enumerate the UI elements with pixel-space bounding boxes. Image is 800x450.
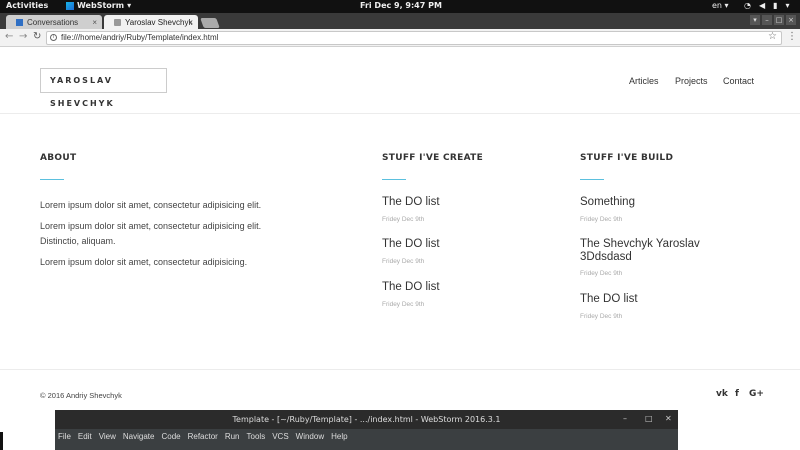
activities-button[interactable]: Activities: [6, 1, 48, 10]
chevron-down-icon: ▾: [127, 1, 132, 10]
menu-code[interactable]: Code: [161, 432, 180, 441]
new-tab-button[interactable]: [200, 18, 220, 28]
volume-icon: ◀: [758, 1, 766, 10]
vk-icon[interactable]: vk: [716, 389, 728, 399]
menu-help[interactable]: Help: [331, 432, 347, 441]
menu-refactor[interactable]: Refactor: [188, 432, 218, 441]
about-heading: ABOUT: [40, 153, 77, 163]
keyboard-layout-label: en: [712, 1, 722, 10]
webstorm-title-bar[interactable]: Template - [~/Ruby/Template] - .../index…: [55, 410, 678, 429]
built-item-date: Fridey Dec 9th: [580, 270, 623, 277]
google-plus-icon[interactable]: G+: [749, 389, 764, 399]
user-icon[interactable]: ▾: [750, 15, 760, 25]
reload-icon[interactable]: ↻: [33, 31, 41, 42]
clock[interactable]: Fri Dec 9, 9:47 PM: [360, 1, 442, 10]
menu-tools[interactable]: Tools: [247, 432, 266, 441]
copyright-text: © 2016 Andriy Shevchyk: [40, 391, 122, 400]
menu-run[interactable]: Run: [225, 432, 240, 441]
menu-edit[interactable]: Edit: [78, 432, 92, 441]
menu-window[interactable]: Window: [296, 432, 324, 441]
forward-arrow-icon[interactable]: →: [19, 31, 27, 42]
battery-icon: ▮: [773, 1, 778, 10]
minimize-icon[interactable]: –: [623, 414, 627, 423]
tab-yaroslav-shevchyk[interactable]: Yaroslav Shevchyk ×: [104, 15, 198, 29]
window-controls: ▾ – □ ×: [750, 15, 796, 25]
page-favicon-icon: [114, 18, 121, 26]
nav-articles[interactable]: Articles: [629, 76, 659, 86]
site-logo[interactable]: YAROSLAV SHEVCHYK: [40, 68, 167, 108]
footer-divider: [0, 369, 800, 370]
app-menu[interactable]: WebStorm ▾: [66, 1, 131, 10]
tab-conversations[interactable]: Conversations ×: [6, 15, 102, 29]
created-item-title[interactable]: The DO list: [382, 196, 440, 209]
about-paragraph: Lorem ipsum dolor sit amet, consectetur …: [40, 257, 248, 267]
info-icon[interactable]: i: [50, 34, 57, 41]
menu-view[interactable]: View: [99, 432, 116, 441]
maximize-icon[interactable]: □: [774, 15, 784, 25]
close-window-icon[interactable]: ×: [786, 15, 796, 25]
system-tray[interactable]: ◔ ◀ ▮ ▾: [744, 1, 790, 10]
built-item-date: Fridey Dec 9th: [580, 313, 623, 320]
built-heading: STUFF I'VE BUILD: [580, 153, 674, 163]
close-window-icon[interactable]: ✕: [665, 414, 672, 423]
built-item-title[interactable]: The Shevchyk Yaroslav 3Ddsdasd: [580, 238, 720, 264]
created-item-title[interactable]: The DO list: [382, 238, 440, 251]
built-underline: [580, 179, 604, 180]
webstorm-title: Template - [~/Ruby/Template] - .../index…: [232, 415, 501, 424]
close-tab-icon[interactable]: ×: [92, 18, 97, 27]
tab-label: Yaroslav Shevchyk: [125, 17, 193, 27]
gnome-top-bar: Activities WebStorm ▾ Fri Dec 9, 9:47 PM…: [0, 0, 800, 13]
site-header: YAROSLAV SHEVCHYK Articles Projects Cont…: [0, 48, 800, 114]
about-paragraph: Lorem ipsum dolor sit amet, consectetur …: [40, 200, 262, 210]
keyboard-layout-indicator[interactable]: en ▾: [712, 1, 729, 10]
created-heading: STUFF I'VE CREATE: [382, 153, 484, 163]
chevron-down-icon: ▾: [785, 1, 790, 10]
menu-vcs[interactable]: VCS: [272, 432, 288, 441]
created-underline: [382, 179, 406, 180]
tab-label: Conversations: [27, 17, 79, 27]
about-underline: [40, 179, 64, 180]
close-tab-icon[interactable]: ×: [188, 18, 193, 27]
bookmark-star-icon[interactable]: ☆: [768, 31, 777, 42]
webstorm-icon: [66, 1, 74, 10]
menu-file[interactable]: File: [58, 432, 71, 441]
nav-projects[interactable]: Projects: [675, 76, 708, 86]
back-arrow-icon[interactable]: ←: [5, 31, 13, 42]
browser-menu-icon[interactable]: ⋮: [787, 31, 797, 42]
created-item-title[interactable]: The DO list: [382, 281, 440, 294]
created-item-date: Fridey Dec 9th: [382, 301, 425, 308]
app-menu-label: WebStorm: [77, 1, 125, 10]
about-paragraph: Lorem ipsum dolor sit amet, consectetur …: [40, 221, 262, 246]
built-item-title[interactable]: The DO list: [580, 293, 720, 306]
browser-tab-strip: Conversations × Yaroslav Shevchyk × ▾ – …: [0, 13, 800, 29]
built-item-date: Fridey Dec 9th: [580, 216, 623, 223]
address-bar[interactable]: file:///home/andriy/Ruby/Template/index.…: [46, 31, 782, 45]
nav-contact[interactable]: Contact: [723, 76, 754, 86]
created-item-date: Fridey Dec 9th: [382, 258, 425, 265]
facebook-icon[interactable]: f: [735, 389, 739, 399]
created-item-date: Fridey Dec 9th: [382, 216, 425, 223]
minimize-icon[interactable]: –: [762, 15, 772, 25]
built-item-title[interactable]: Something: [580, 196, 720, 209]
menu-navigate[interactable]: Navigate: [123, 432, 155, 441]
wifi-icon: ◔: [744, 1, 751, 10]
web-page: YAROSLAV SHEVCHYK Articles Projects Cont…: [0, 48, 800, 450]
browser-toolbar: ← → ↻ file:///home/andriy/Ruby/Template/…: [0, 29, 800, 47]
maximize-icon[interactable]: □: [645, 414, 653, 423]
webstorm-menu-bar: File Edit View Navigate Code Refactor Ru…: [58, 432, 348, 441]
webstorm-window: Template - [~/Ruby/Template] - .../index…: [55, 410, 678, 450]
messenger-favicon-icon: [16, 18, 23, 26]
desktop-edge: [0, 432, 3, 450]
